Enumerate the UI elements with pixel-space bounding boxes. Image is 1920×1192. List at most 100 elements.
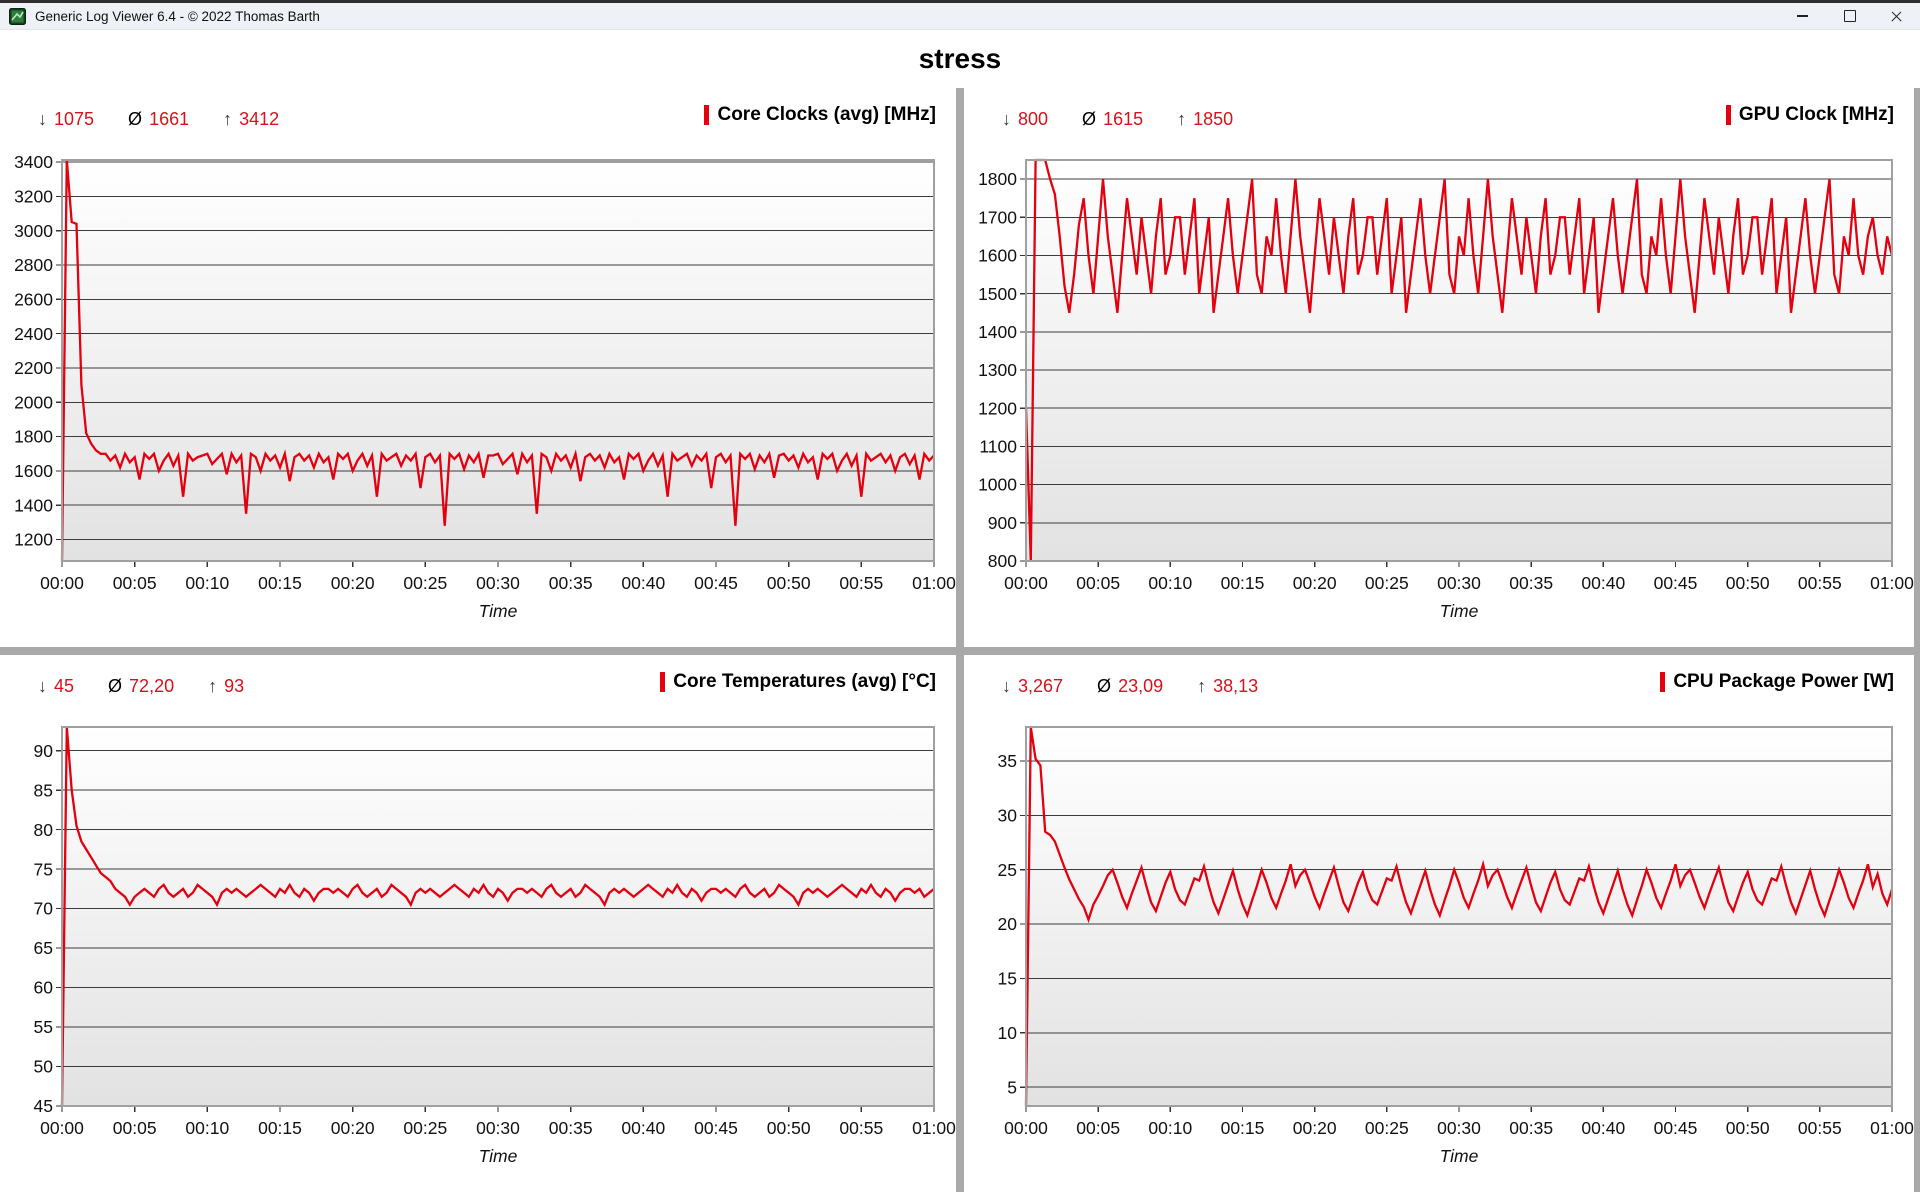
min-arrow-icon: ↓ <box>38 676 47 697</box>
stats-row-cpu-package-power: ↓ 3,267 Ø 23,09 ↑ 38,13 CPU Package Powe… <box>964 655 1914 713</box>
average-icon: Ø <box>108 676 122 697</box>
svg-text:35: 35 <box>998 751 1017 771</box>
average-icon: Ø <box>1097 676 1111 697</box>
min-arrow-icon: ↓ <box>38 109 47 130</box>
max-value: 38,13 <box>1213 676 1258 697</box>
horizontal-splitter[interactable] <box>0 647 1920 655</box>
svg-text:45: 45 <box>34 1096 53 1116</box>
svg-text:00:10: 00:10 <box>185 573 229 593</box>
svg-text:00:20: 00:20 <box>1293 573 1337 593</box>
svg-text:3200: 3200 <box>14 187 53 207</box>
min-value: 1075 <box>54 109 94 130</box>
svg-text:Time: Time <box>1440 1146 1479 1166</box>
close-icon <box>1890 10 1903 23</box>
svg-text:70: 70 <box>34 899 54 919</box>
svg-text:65: 65 <box>34 938 53 958</box>
right-edge-splitter-bottom[interactable] <box>1914 655 1920 1192</box>
svg-text:01:00: 01:00 <box>912 1118 956 1138</box>
svg-text:00:20: 00:20 <box>331 573 375 593</box>
svg-text:1800: 1800 <box>978 169 1017 189</box>
min-value: 800 <box>1018 109 1048 130</box>
series-color-bar <box>1726 105 1731 125</box>
stat-max: ↑ 93 <box>208 676 244 697</box>
series-color-bar <box>660 672 665 692</box>
chart-core-temperatures: 9085807570656055504500:0000:0500:1000:15… <box>0 713 956 1192</box>
stat-min: ↓ 3,267 <box>1002 676 1063 697</box>
window-controls <box>1779 3 1920 29</box>
svg-text:75: 75 <box>34 859 53 879</box>
svg-text:00:45: 00:45 <box>694 573 738 593</box>
max-arrow-icon: ↑ <box>1197 676 1206 697</box>
panel-cpu-package-power: ↓ 3,267 Ø 23,09 ↑ 38,13 CPU Package Powe… <box>964 655 1914 1192</box>
panel-gpu-clock: ↓ 800 Ø 1615 ↑ 1850 GPU Clock [MHz] 1800… <box>964 88 1914 647</box>
svg-text:01:00: 01:00 <box>1870 573 1914 593</box>
svg-text:25: 25 <box>998 860 1017 880</box>
vertical-splitter-bottom[interactable] <box>956 655 964 1192</box>
series-title: Core Clocks (avg) [MHz] <box>717 104 936 126</box>
svg-text:00:35: 00:35 <box>549 573 593 593</box>
max-arrow-icon: ↑ <box>1177 109 1186 130</box>
svg-text:00:55: 00:55 <box>839 573 883 593</box>
svg-text:00:35: 00:35 <box>1509 1118 1553 1138</box>
stat-avg: Ø 23,09 <box>1097 676 1163 697</box>
average-icon: Ø <box>1082 109 1096 130</box>
max-value: 93 <box>224 676 244 697</box>
svg-text:90: 90 <box>34 741 54 761</box>
svg-text:00:45: 00:45 <box>1654 573 1698 593</box>
svg-text:00:25: 00:25 <box>1365 573 1409 593</box>
chart-core-clocks: 3400320030002800260024002200200018001600… <box>0 146 956 647</box>
minimize-icon <box>1797 15 1808 17</box>
close-button[interactable] <box>1873 3 1920 29</box>
title-bar: Generic Log Viewer 6.4 - © 2022 Thomas B… <box>0 0 1920 30</box>
svg-text:00:15: 00:15 <box>1221 573 1265 593</box>
svg-text:00:50: 00:50 <box>767 1118 811 1138</box>
svg-text:00:00: 00:00 <box>40 573 84 593</box>
svg-text:00:00: 00:00 <box>40 1118 84 1138</box>
stat-min: ↓ 45 <box>38 676 74 697</box>
svg-text:900: 900 <box>988 513 1017 533</box>
window-title: Generic Log Viewer 6.4 - © 2022 Thomas B… <box>35 9 320 24</box>
log-title: stress <box>0 30 1920 88</box>
maximize-button[interactable] <box>1826 3 1873 29</box>
svg-text:5: 5 <box>1007 1077 1017 1097</box>
svg-text:00:50: 00:50 <box>767 573 811 593</box>
svg-text:1300: 1300 <box>978 360 1017 380</box>
svg-text:01:00: 01:00 <box>1870 1118 1914 1138</box>
svg-text:00:30: 00:30 <box>476 573 520 593</box>
svg-text:00:40: 00:40 <box>1581 573 1625 593</box>
svg-text:1200: 1200 <box>14 530 53 550</box>
max-arrow-icon: ↑ <box>223 109 232 130</box>
svg-text:00:00: 00:00 <box>1004 1118 1048 1138</box>
stat-avg: Ø 72,20 <box>108 676 174 697</box>
svg-text:00:05: 00:05 <box>113 1118 157 1138</box>
right-edge-splitter[interactable] <box>1914 88 1920 647</box>
svg-text:1200: 1200 <box>978 398 1017 418</box>
vertical-splitter[interactable] <box>956 88 964 647</box>
svg-text:00:45: 00:45 <box>1654 1118 1698 1138</box>
stat-max: ↑ 3412 <box>223 109 279 130</box>
average-icon: Ø <box>128 109 142 130</box>
legend-cpu-package-power: CPU Package Power [W] <box>1660 671 1894 693</box>
avg-value: 23,09 <box>1118 676 1163 697</box>
stat-max: ↑ 38,13 <box>1197 676 1258 697</box>
app-icon <box>9 8 26 25</box>
chart-grid: ↓ 1075 Ø 1661 ↑ 3412 Core Clocks (avg) [… <box>0 88 1920 1192</box>
svg-text:00:00: 00:00 <box>1004 573 1048 593</box>
svg-text:00:30: 00:30 <box>476 1118 520 1138</box>
max-arrow-icon: ↑ <box>208 676 217 697</box>
stats-row-gpu-clock: ↓ 800 Ø 1615 ↑ 1850 GPU Clock [MHz] <box>964 88 1914 146</box>
svg-text:60: 60 <box>34 978 54 998</box>
svg-text:00:40: 00:40 <box>621 573 665 593</box>
svg-text:00:20: 00:20 <box>1293 1118 1337 1138</box>
svg-text:00:15: 00:15 <box>258 573 302 593</box>
svg-text:00:15: 00:15 <box>258 1118 302 1138</box>
series-color-bar <box>1660 672 1665 692</box>
minimize-button[interactable] <box>1779 3 1826 29</box>
svg-text:00:10: 00:10 <box>1148 1118 1192 1138</box>
series-color-bar <box>704 105 709 125</box>
svg-text:Time: Time <box>479 1146 518 1166</box>
svg-text:00:55: 00:55 <box>1798 573 1842 593</box>
svg-text:00:10: 00:10 <box>185 1118 229 1138</box>
svg-text:00:15: 00:15 <box>1221 1118 1265 1138</box>
svg-text:00:40: 00:40 <box>1581 1118 1625 1138</box>
